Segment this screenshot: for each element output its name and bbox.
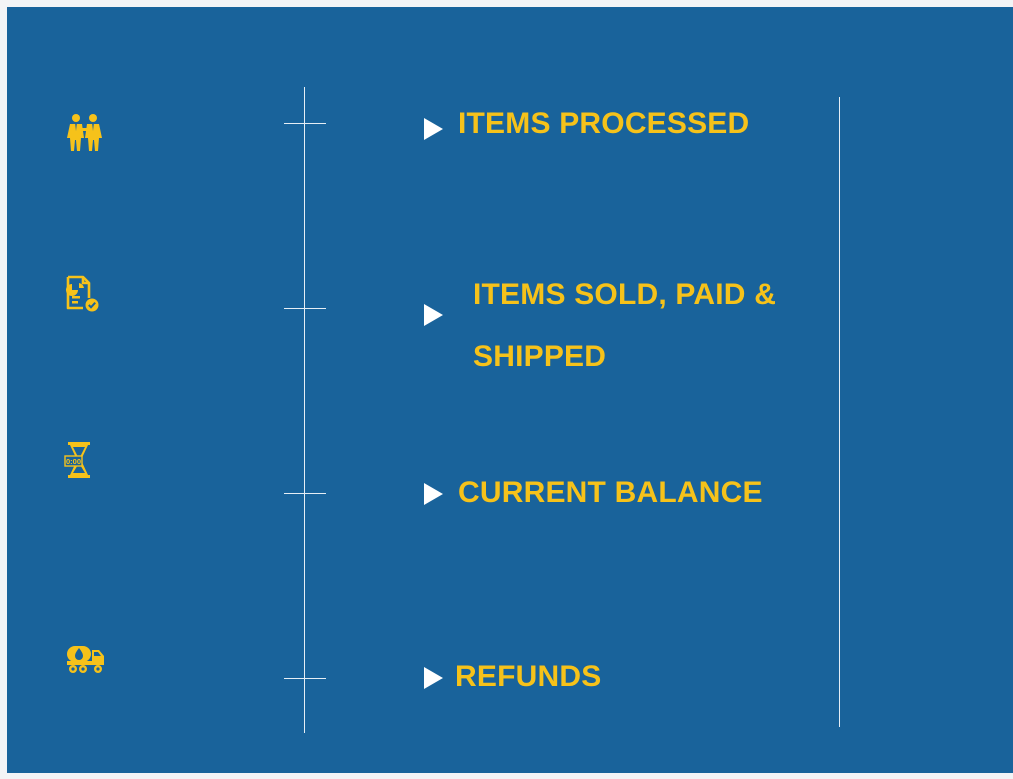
label-items-processed: ITEMS PROCESSED [458,107,750,140]
timeline-tick-1 [284,123,326,124]
timeline-panel: 0:00 ITEMS PROCESSED ITEMS SOLD, PAID & … [7,7,1013,773]
item-1-arrow-icon [424,118,443,140]
business-partners-icon [63,111,107,155]
tanker-truck-icon [63,634,107,678]
timer-readout: 0:00 [66,457,81,466]
hourglass-timer-icon: 0:00 [63,438,107,482]
timeline-tick-3 [284,493,326,494]
timeline-tick-4 [284,678,326,679]
item-2-arrow-icon [424,304,443,326]
timeline-axis [304,87,305,733]
item-4-arrow-icon [424,667,443,689]
label-refunds: REFUNDS [455,660,602,693]
item-3-arrow-icon [424,483,443,505]
document-chart-check-icon [63,272,107,316]
right-divider [839,97,840,727]
timeline-tick-2 [284,308,326,309]
label-items-sold-paid-shipped: ITEMS SOLD, PAID & SHIPPED [473,278,777,373]
label-current-balance: CURRENT BALANCE [458,476,763,509]
